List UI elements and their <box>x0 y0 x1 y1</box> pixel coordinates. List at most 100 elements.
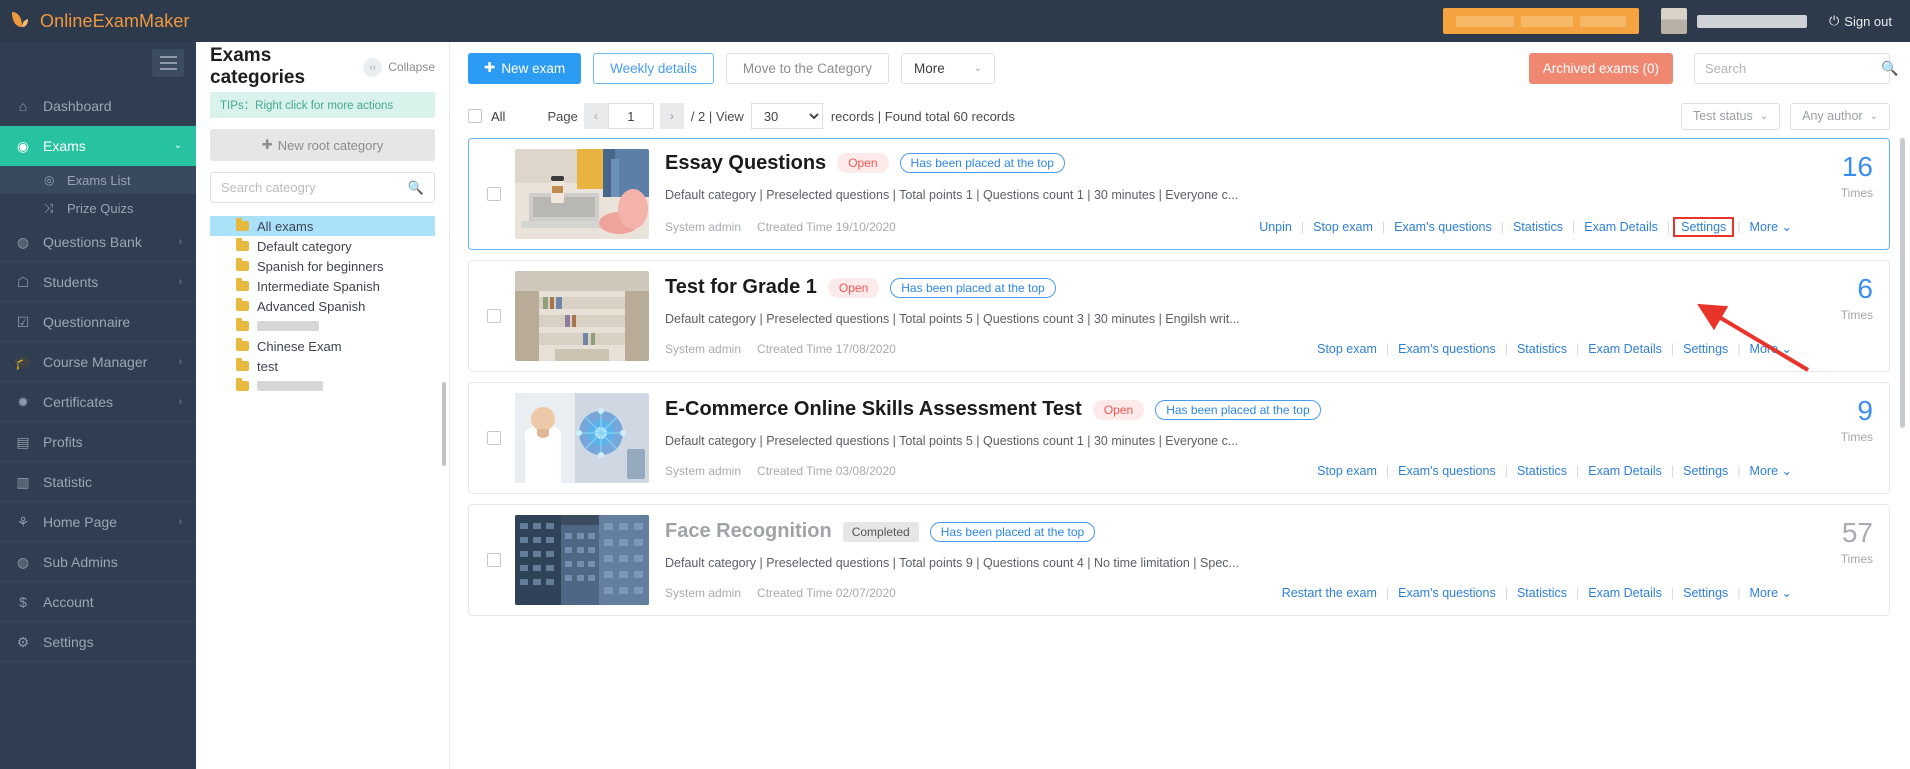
user-menu[interactable] <box>1661 8 1807 34</box>
exam-select-checkbox[interactable] <box>487 187 501 201</box>
exam-details-action[interactable]: Exam Details <box>1579 464 1671 478</box>
category-search-input[interactable] <box>221 180 408 195</box>
sidebar-item-students[interactable]: ☖ Students › <box>0 262 196 302</box>
exam-title[interactable]: Test for Grade 1 <box>665 276 817 299</box>
settings-action[interactable]: Settings <box>1673 216 1735 237</box>
weekly-details-button[interactable]: Weekly details <box>593 52 714 84</box>
sign-out-button[interactable]: ⏻ Sign out <box>1829 13 1892 29</box>
exam-select-checkbox[interactable] <box>487 431 501 445</box>
exam-select-checkbox[interactable] <box>487 553 501 567</box>
sidebar-item-prize-quizs[interactable]: ⤨ Prize Quizs <box>0 194 196 222</box>
any-author-filter[interactable]: Any author ⌄ <box>1790 102 1890 130</box>
unpin-action[interactable]: Unpin <box>1259 220 1301 234</box>
search-icon[interactable]: 🔍 <box>408 180 424 196</box>
folder-icon <box>236 218 249 231</box>
restart-exam-action[interactable]: Restart the exam <box>1282 586 1386 600</box>
category-tree-item-all-exams[interactable]: All exams <box>210 216 435 236</box>
page-number-input[interactable] <box>607 103 654 129</box>
next-page-button[interactable]: › <box>659 103 684 129</box>
sidebar-item-sub-admins[interactable]: ◍ Sub Admins <box>0 542 196 582</box>
exam-details-action[interactable]: Exam Details <box>1579 586 1671 600</box>
user-name-redacted <box>1697 14 1807 28</box>
category-tree-item-spanish-for-beginners[interactable]: Spanish for beginners <box>210 256 435 276</box>
more-action[interactable]: More ⌄ <box>1741 341 1801 356</box>
records-per-page-select[interactable]: 30 <box>750 103 823 129</box>
exams-questions-action[interactable]: Exam's questions <box>1389 586 1505 600</box>
sidebar-item-exams[interactable]: ◉ Exams ⌄ <box>0 126 196 166</box>
exams-questions-action[interactable]: Exam's questions <box>1389 342 1505 356</box>
category-tree-item-test[interactable]: test <box>210 356 435 376</box>
more-action[interactable]: More ⌄ <box>1741 585 1801 600</box>
exams-questions-action[interactable]: Exam's questions <box>1385 220 1501 234</box>
sidebar-item-dashboard[interactable]: ⌂ Dashboard <box>0 86 196 126</box>
category-label-redacted <box>257 381 323 391</box>
exam-details-action[interactable]: Exam Details <box>1579 342 1671 356</box>
test-status-filter[interactable]: Test status ⌄ <box>1681 102 1781 130</box>
exam-card[interactable]: Test for Grade 1 Open Has been placed at… <box>468 260 1890 372</box>
statistics-action[interactable]: Statistics <box>1508 464 1576 478</box>
category-tree-item-intermediate-spanish[interactable]: Intermediate Spanish <box>210 276 435 296</box>
exam-list-scrollbar[interactable] <box>1900 138 1905 428</box>
more-action[interactable]: More ⌄ <box>1741 463 1801 478</box>
sidebar-item-questionnaire[interactable]: ☑ Questionnaire <box>0 302 196 342</box>
search-input[interactable] <box>1705 60 1881 76</box>
select-all-checkbox[interactable] <box>468 109 482 123</box>
sidebar-item-label: Sub Admins <box>43 553 118 570</box>
category-tree-item-advanced-spanish[interactable]: Advanced Spanish <box>210 296 435 316</box>
sidebar-item-certificates[interactable]: ✹ Certificates › <box>0 382 196 422</box>
stop-exam-action[interactable]: Stop exam <box>1317 342 1386 356</box>
promo-banner-redacted[interactable] <box>1443 8 1639 34</box>
sidebar-item-account[interactable]: $ Account <box>0 582 196 622</box>
exam-meta: Default category | Preselected questions… <box>665 556 1239 570</box>
exam-card[interactable]: Face Recognition Completed Has been plac… <box>468 504 1890 616</box>
exam-title[interactable]: Face Recognition <box>665 520 832 543</box>
statistics-action[interactable]: Statistics <box>1508 586 1576 600</box>
more-button[interactable]: More ⌄ <box>900 52 995 84</box>
exam-search-box[interactable]: 🔍 <box>1694 52 1898 84</box>
statistics-action[interactable]: Statistics <box>1504 220 1572 234</box>
sidebar-item-profits[interactable]: ▤ Profits <box>0 422 196 462</box>
exam-details-action[interactable]: Exam Details <box>1575 220 1667 234</box>
category-scrollbar[interactable] <box>442 382 446 466</box>
sidebar-item-label: Questions Bank <box>43 233 142 250</box>
exam-select-checkbox[interactable] <box>487 309 501 323</box>
exam-title[interactable]: E-Commerce Online Skills Assessment Test <box>665 398 1082 421</box>
sidebar-item-settings[interactable]: ⚙ Settings <box>0 622 196 662</box>
more-action[interactable]: More ⌄ <box>1741 219 1801 234</box>
move-to-category-button[interactable]: Move to the Category <box>725 52 889 84</box>
settings-action[interactable]: Settings <box>1674 342 1737 356</box>
archived-exams-button[interactable]: Archived exams (0) <box>1528 52 1673 84</box>
stop-exam-action[interactable]: Stop exam <box>1304 220 1382 234</box>
attempt-count-value: 16 <box>1841 151 1873 182</box>
stop-exam-action[interactable]: Stop exam <box>1317 464 1386 478</box>
exam-title[interactable]: Essay Questions <box>665 152 826 175</box>
settings-action[interactable]: Settings <box>1674 464 1737 478</box>
prev-page-button[interactable]: ‹ <box>583 103 608 129</box>
exam-card[interactable]: Essay Questions Open Has been placed at … <box>468 138 1890 250</box>
statistics-action[interactable]: Statistics <box>1508 342 1576 356</box>
sidebar-item-home-page[interactable]: ⚘ Home Page › <box>0 502 196 542</box>
sidebar-item-questions-bank[interactable]: ◍ Questions Bank › <box>0 222 196 262</box>
new-root-category-button[interactable]: ✚ New root category <box>210 129 435 161</box>
exams-questions-action[interactable]: Exam's questions <box>1389 464 1505 478</box>
search-icon[interactable]: 🔍 <box>1881 60 1898 77</box>
exam-thumbnail <box>515 393 649 483</box>
exam-checkbox-cell <box>479 271 515 361</box>
category-tree-item-redacted-2[interactable] <box>210 376 435 396</box>
sidebar-item-course-manager[interactable]: 🎓 Course Manager › <box>0 342 196 382</box>
category-tree-item-chinese-exam[interactable]: Chinese Exam <box>210 336 435 356</box>
category-search-box[interactable]: 🔍 <box>210 172 435 203</box>
exam-card[interactable]: E-Commerce Online Skills Assessment Test… <box>468 382 1890 494</box>
sidebar-toggle-button[interactable] <box>152 49 184 77</box>
exam-title-row: Essay Questions Open Has been placed at … <box>665 152 1801 175</box>
category-tree-item-default-category[interactable]: Default category <box>210 236 435 256</box>
exam-meta: Default category | Preselected questions… <box>665 312 1240 326</box>
collapse-button[interactable]: ‹‹ Collapse <box>363 57 435 77</box>
new-exam-button[interactable]: ✚ New exam <box>468 52 582 84</box>
settings-action[interactable]: Settings <box>1674 586 1737 600</box>
sidebar-item-statistic[interactable]: ▥ Statistic <box>0 462 196 502</box>
exam-author: System admin <box>665 463 742 478</box>
category-tree-item-redacted-1[interactable] <box>210 316 435 336</box>
brand-logo[interactable]: OnlineExamMaker <box>0 8 196 34</box>
sidebar-item-exams-list[interactable]: ◎ Exams List <box>0 166 196 194</box>
